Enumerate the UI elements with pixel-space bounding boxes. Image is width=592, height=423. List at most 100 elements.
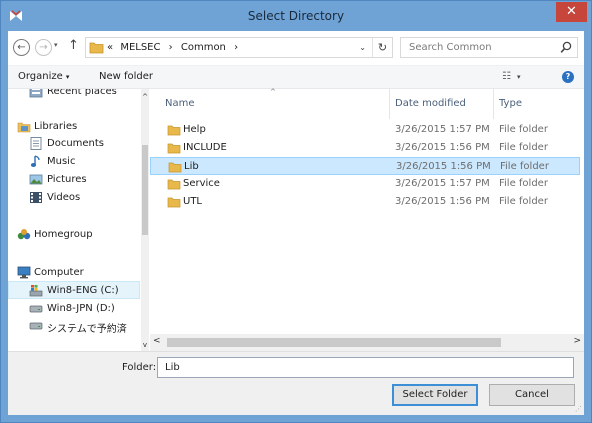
sidebar-item-system-reserved[interactable]: システムで予約済 bbox=[8, 317, 140, 335]
sidebar-item-label: Win8-ENG (C:) bbox=[47, 285, 119, 296]
pictures-icon bbox=[29, 174, 43, 185]
recent-locations-dropdown[interactable]: ▾ bbox=[54, 41, 58, 49]
breadcrumb: « MELSEC › Common › bbox=[107, 42, 238, 53]
folder-icon bbox=[167, 197, 181, 208]
breadcrumb-overflow[interactable]: « bbox=[107, 42, 113, 53]
sort-ascending-icon: ^ bbox=[270, 88, 276, 96]
sidebar-item-music[interactable]: Music bbox=[8, 153, 140, 171]
change-view-button[interactable]: ☷ ▾ bbox=[502, 71, 520, 82]
file-name: Service bbox=[183, 178, 220, 189]
dialog-client-area: ← → ▾ ↑ « MELSEC › Common › ⌄ ↻ Search C bbox=[8, 31, 584, 415]
chevron-down-icon: ▾ bbox=[516, 73, 521, 81]
file-name: Lib bbox=[184, 161, 199, 172]
file-type: File folder bbox=[499, 124, 548, 135]
scrollbar-thumb[interactable] bbox=[142, 145, 148, 235]
select-folder-button[interactable]: Select Folder bbox=[392, 384, 478, 406]
column-divider[interactable] bbox=[389, 89, 390, 119]
sidebar-item-documents[interactable]: Documents bbox=[8, 135, 140, 153]
sidebar-item-label: Pictures bbox=[47, 174, 87, 185]
scroll-right-icon[interactable]: > bbox=[573, 336, 581, 346]
file-name: INCLUDE bbox=[183, 142, 227, 153]
column-divider[interactable] bbox=[493, 89, 494, 119]
organize-button[interactable]: Organize ▾ bbox=[18, 71, 69, 82]
scroll-down-icon[interactable]: v bbox=[141, 341, 149, 349]
breadcrumb-separator[interactable]: › bbox=[234, 42, 238, 53]
scroll-left-icon[interactable]: < bbox=[153, 336, 161, 346]
command-bar: Organize ▾ New folder ☷ ▾ ? bbox=[8, 65, 584, 89]
address-bar[interactable]: « MELSEC › Common › ⌄ ↻ bbox=[85, 37, 393, 58]
breadcrumb-separator[interactable]: › bbox=[169, 42, 173, 53]
folder-name-field[interactable]: Lib bbox=[157, 357, 574, 378]
sidebar-item-label: Win8-JPN (D:) bbox=[47, 303, 115, 314]
table-row[interactable]: Service 3/26/2015 1:57 PM File folder bbox=[150, 175, 580, 193]
file-date: 3/26/2015 1:56 PM bbox=[396, 161, 491, 172]
table-row[interactable]: Help 3/26/2015 1:57 PM File folder bbox=[150, 121, 580, 139]
breadcrumb-item-common[interactable]: Common bbox=[181, 42, 226, 53]
view-options-icon: ☷ bbox=[502, 71, 511, 82]
column-header-name[interactable]: Name bbox=[165, 98, 195, 109]
table-row-selected[interactable]: Lib 3/26/2015 1:56 PM File folder bbox=[150, 157, 580, 175]
new-folder-button[interactable]: New folder bbox=[99, 71, 153, 82]
libraries-icon bbox=[17, 122, 31, 133]
column-header-date-modified[interactable]: Date modified bbox=[395, 98, 466, 109]
file-date: 3/26/2015 1:56 PM bbox=[395, 142, 490, 153]
file-date: 3/26/2015 1:57 PM bbox=[395, 178, 490, 189]
sidebar-item-win8-eng-c[interactable]: Win8-ENG (C:) bbox=[8, 281, 140, 299]
search-placeholder: Search Common bbox=[409, 42, 492, 53]
close-button[interactable]: ✕ bbox=[556, 2, 587, 22]
up-button[interactable]: ↑ bbox=[68, 38, 79, 53]
sidebar-item-videos[interactable]: Videos bbox=[8, 189, 140, 207]
sidebar-item-libraries[interactable]: Libraries bbox=[8, 118, 140, 136]
cancel-button[interactable]: Cancel bbox=[489, 384, 575, 406]
file-type: File folder bbox=[499, 178, 548, 189]
forward-button[interactable]: → bbox=[35, 39, 52, 56]
computer-icon bbox=[17, 266, 31, 279]
table-row[interactable]: INCLUDE 3/26/2015 1:56 PM File folder bbox=[150, 139, 580, 157]
file-type: File folder bbox=[500, 161, 549, 172]
folder-icon bbox=[167, 179, 181, 190]
sidebar-item-label: Documents bbox=[47, 138, 105, 149]
folder-icon bbox=[89, 42, 104, 54]
file-name: UTL bbox=[183, 196, 202, 207]
sidebar-item-pictures[interactable]: Pictures bbox=[8, 171, 140, 189]
sidebar-item-label: Recent places bbox=[47, 89, 117, 97]
back-button[interactable]: ← bbox=[13, 39, 30, 56]
address-dropdown-icon[interactable]: ⌄ bbox=[359, 43, 366, 52]
chevron-down-icon: ▾ bbox=[65, 73, 70, 81]
drive-icon bbox=[29, 322, 43, 330]
select-directory-dialog: Select Directory ✕ ← → ▾ ↑ « MELSEC › Co… bbox=[0, 0, 592, 423]
breadcrumb-item-melsec[interactable]: MELSEC bbox=[120, 42, 160, 53]
scrollbar-thumb[interactable] bbox=[167, 338, 501, 347]
sidebar-item-win8-jpn-d[interactable]: Win8-JPN (D:) bbox=[8, 300, 140, 318]
drive-icon bbox=[29, 305, 43, 313]
horizontal-scrollbar[interactable]: < > bbox=[150, 334, 584, 351]
organize-label: Organize bbox=[18, 71, 63, 82]
file-date: 3/26/2015 1:57 PM bbox=[395, 124, 490, 135]
system-drive-icon bbox=[29, 285, 43, 297]
folder-icon bbox=[167, 143, 181, 154]
dialog-footer: Folder: Lib Select Folder Cancel ⋰ bbox=[8, 351, 584, 415]
recent-places-icon bbox=[29, 89, 43, 98]
resize-grip-icon[interactable]: ⋰ bbox=[575, 405, 582, 413]
sidebar-item-computer[interactable]: Computer bbox=[8, 264, 140, 282]
table-row[interactable]: UTL 3/26/2015 1:56 PM File folder bbox=[150, 193, 580, 211]
scroll-up-icon[interactable]: ^ bbox=[141, 93, 149, 101]
documents-icon bbox=[30, 137, 42, 150]
sidebar-item-recent-places[interactable]: Recent places bbox=[8, 89, 140, 101]
folder-icon bbox=[168, 162, 182, 173]
sidebar-item-label: Libraries bbox=[34, 121, 78, 132]
file-date: 3/26/2015 1:56 PM bbox=[395, 196, 490, 207]
refresh-icon[interactable]: ↻ bbox=[372, 38, 392, 57]
help-icon[interactable]: ? bbox=[562, 71, 574, 83]
sidebar-item-label: Videos bbox=[47, 192, 81, 203]
title-bar[interactable]: Select Directory ✕ bbox=[1, 1, 591, 31]
search-input[interactable]: Search Common bbox=[400, 37, 578, 58]
search-icon[interactable] bbox=[560, 41, 572, 54]
file-list: ^ Name Date modified Type Help 3/26/2015… bbox=[150, 88, 584, 351]
nav-scrollbar[interactable]: ^ v bbox=[141, 89, 149, 351]
column-header-type[interactable]: Type bbox=[499, 98, 522, 109]
sidebar-item-label: システムで予約済 bbox=[47, 324, 127, 335]
file-type: File folder bbox=[499, 142, 548, 153]
window-title: Select Directory bbox=[247, 9, 345, 23]
sidebar-item-homegroup[interactable]: Homegroup bbox=[8, 226, 140, 244]
